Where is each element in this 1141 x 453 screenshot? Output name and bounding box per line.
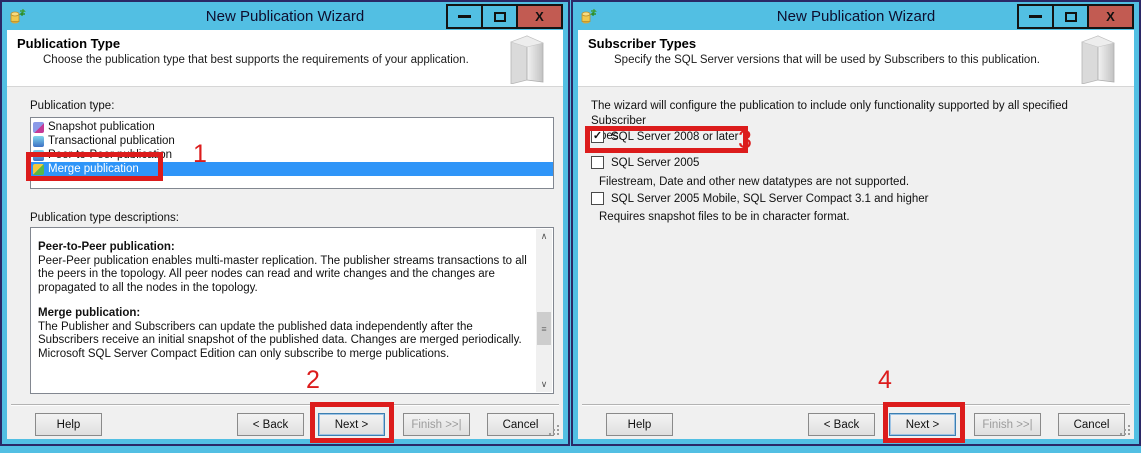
resize-grip[interactable] [557,433,559,435]
close-button[interactable]: X [516,4,563,29]
minimize-icon [458,15,471,18]
wizard-header: Publication Type Choose the publication … [7,30,563,87]
list-item-label: Merge publication [48,163,139,175]
list-item-label: Snapshot publication [48,121,155,133]
list-item-snapshot-publication[interactable]: Snapshot publication [31,120,553,134]
publication-type-wizard-window: New Publication Wizard X Publication Typ… [0,0,570,446]
dialog-client-area: Subscriber Types Specify the SQL Server … [578,30,1134,439]
subscriber-types-page: The wizard will configure the publicatio… [578,88,1134,439]
next-button[interactable]: Next > [889,413,956,436]
publication-type-page: Publication type: Snapshot publication T… [7,88,563,439]
scrollbar-thumb[interactable]: ≡ [537,312,551,345]
publication-descriptions-box: Peer-to-Peer publication: Peer-Peer publ… [30,227,554,394]
peer-to-peer-publication-icon [33,149,44,161]
close-icon: X [535,9,544,24]
wizard-book-icon [1081,35,1115,84]
wizard-header: Subscriber Types Specify the SQL Server … [578,30,1134,87]
checkbox-sql-server-2008-or-later[interactable]: ✓ SQL Server 2008 or later [591,130,738,143]
checkbox-unchecked-icon[interactable] [591,156,604,169]
wizard-book-icon [510,35,544,84]
maximize-button[interactable] [1052,4,1089,29]
finish-button: Finish >>| [974,413,1041,436]
list-item-label: Transactional publication [48,135,175,147]
checkbox-unchecked-icon[interactable] [591,192,604,205]
resize-grip[interactable] [1128,433,1130,435]
desktop-backdrop: New Publication Wizard X Publication Typ… [0,0,1141,453]
list-item-merge-publication[interactable]: Merge publication [31,162,553,176]
list-item-peer-to-peer-publication[interactable]: Peer-to-Peer publication [31,148,553,162]
help-button[interactable]: Help [35,413,102,436]
minimize-icon [1029,15,1042,18]
description-body: The Publisher and Subscribers can update… [38,320,522,360]
next-button[interactable]: Next > [318,413,385,436]
merge-publication-icon [33,163,44,175]
cancel-button[interactable]: Cancel [487,413,554,436]
cancel-button[interactable]: Cancel [1058,413,1125,436]
transactional-publication-icon [33,135,44,147]
button-row-separator [11,404,559,406]
snapshot-publication-icon [33,121,44,133]
checkbox-sql-server-2005[interactable]: SQL Server 2005 [591,156,699,169]
description-heading: Peer-to-Peer publication: [38,241,175,253]
scroll-down-icon[interactable]: ∨ [536,377,552,392]
checkbox-label[interactable]: SQL Server 2008 or later [611,131,738,143]
checkbox-note: Requires snapshot files to be in charact… [599,211,850,223]
description-scrollbar[interactable]: ∧ ≡ ∨ [536,229,552,392]
page-subtitle: Specify the SQL Server versions that wil… [614,54,1040,66]
window-controls: X [446,4,563,29]
description-body: Peer-Peer publication enables multi-mast… [38,254,527,294]
description-heading: Merge publication: [38,307,141,319]
maximize-icon [493,11,506,22]
maximize-button[interactable] [481,4,518,29]
checkbox-checked-icon[interactable]: ✓ [591,130,604,143]
subscriber-types-wizard-window: New Publication Wizard X Subscriber Type… [571,0,1141,446]
scroll-up-icon[interactable]: ∧ [536,229,552,244]
publication-type-listbox: Snapshot publication Transactional publi… [30,117,554,189]
minimize-button[interactable] [446,4,483,29]
checkbox-note: Filestream, Date and other new datatypes… [599,176,910,188]
list-item-label: Peer-to-Peer publication [48,149,173,161]
page-title: Publication Type [17,36,121,51]
list-item-transactional-publication[interactable]: Transactional publication [31,134,553,148]
page-subtitle: Choose the publication type that best su… [43,54,469,66]
finish-button: Finish >>| [403,413,470,436]
help-button[interactable]: Help [606,413,673,436]
publication-type-label: Publication type: [30,100,115,112]
back-button[interactable]: < Back [237,413,304,436]
maximize-icon [1064,11,1077,22]
titlebar[interactable]: New Publication Wizard X [573,2,1139,30]
checkbox-label[interactable]: SQL Server 2005 Mobile, SQL Server Compa… [611,193,928,205]
descriptions-label: Publication type descriptions: [30,212,179,224]
close-button[interactable]: X [1087,4,1134,29]
descriptions-text: Peer-to-Peer publication: Peer-Peer publ… [38,241,531,389]
page-title: Subscriber Types [588,36,697,51]
back-button[interactable]: < Back [808,413,875,436]
close-icon: X [1106,9,1115,24]
window-controls: X [1017,4,1134,29]
minimize-button[interactable] [1017,4,1054,29]
checkbox-sql-server-2005-mobile-compact[interactable]: SQL Server 2005 Mobile, SQL Server Compa… [591,192,928,205]
checkbox-label[interactable]: SQL Server 2005 [611,157,699,169]
button-row-separator [582,404,1130,406]
titlebar[interactable]: New Publication Wizard X [2,2,568,30]
dialog-client-area: Publication Type Choose the publication … [7,30,563,439]
intro-line-1: The wizard will configure the publicatio… [591,100,1068,127]
